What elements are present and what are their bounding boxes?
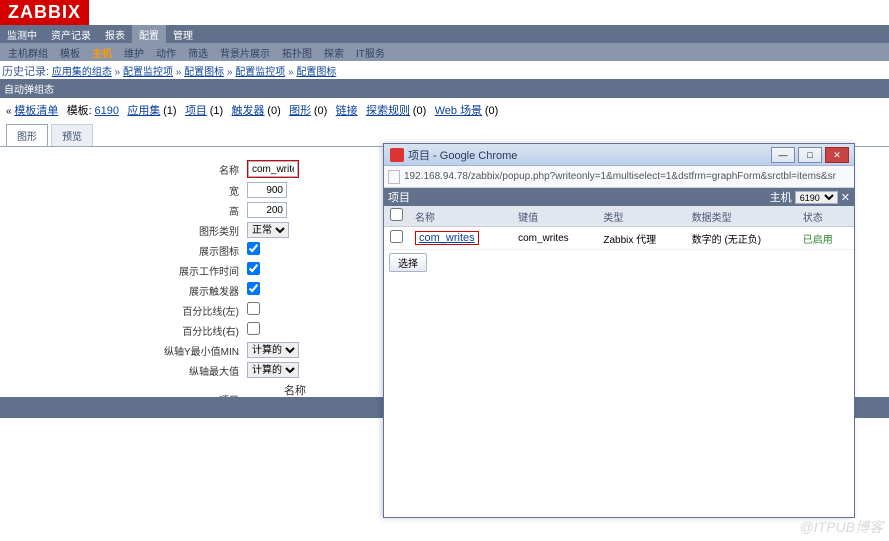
crumb-link[interactable]: 链接	[336, 105, 358, 117]
url-text: 192.168.94.78/zabbix/popup.php?writeonly…	[404, 171, 836, 182]
row-name-link[interactable]: com_writes	[415, 231, 479, 245]
crumb-trig[interactable]: 触发器	[232, 105, 265, 117]
crumb-item[interactable]: 项目	[185, 105, 207, 117]
nav1-item[interactable]: 资产记录	[44, 25, 98, 44]
percent-right-checkbox[interactable]	[247, 322, 260, 335]
th-type: 类型	[597, 206, 685, 227]
nav2-item[interactable]: 筛选	[182, 43, 214, 62]
label-type: 图形类别	[112, 221, 242, 239]
nav2-item[interactable]: 动作	[150, 43, 182, 62]
name-input[interactable]	[248, 161, 298, 177]
crumb-web-count: (0)	[485, 105, 498, 117]
tab-preview[interactable]: 预览	[51, 124, 93, 146]
nav2-item[interactable]: IT服务	[350, 43, 391, 62]
history-link[interactable]: 配置监控项	[123, 67, 173, 78]
worktime-checkbox[interactable]	[247, 262, 260, 275]
ymin-select[interactable]: 计算的	[247, 342, 299, 358]
nav2-item[interactable]: 主机群组	[2, 43, 54, 62]
crumb-web[interactable]: Web 场景	[435, 105, 482, 117]
zabbix-logo: ZABBIX	[0, 0, 89, 25]
crumb-tpl[interactable]: 6190	[95, 105, 119, 117]
close-icon[interactable]: ✕	[825, 147, 849, 163]
type-select[interactable]: 正常	[247, 222, 289, 238]
crumb-graph-count: (0)	[314, 105, 327, 117]
sub-nav: 主机群组模板主机维护动作筛选背景片展示拓扑图探索IT服务	[0, 43, 889, 61]
label-name: 名称	[112, 159, 242, 179]
width-input[interactable]	[247, 182, 287, 198]
label-pright: 百分比线(右)	[112, 321, 242, 339]
nav2-item[interactable]: 拓扑图	[276, 43, 318, 62]
nav2-item[interactable]: 模板	[54, 43, 86, 62]
label-worktime: 展示工作时间	[112, 261, 242, 279]
url-bar[interactable]: 192.168.94.78/zabbix/popup.php?writeonly…	[384, 166, 854, 188]
nav2-item[interactable]: 背景片展示	[214, 43, 276, 62]
select-button[interactable]: 选择	[389, 253, 427, 272]
history-link[interactable]: 配置图标	[296, 67, 336, 78]
popup-title: 项目 - Google Chrome	[408, 147, 771, 163]
label-ymin: 纵轴Y最小值MIN	[112, 341, 242, 359]
triggers-checkbox[interactable]	[247, 282, 260, 295]
ymax-select[interactable]: 计算的	[247, 362, 299, 378]
nav1-item[interactable]: 配置	[132, 25, 166, 44]
label-pleft: 百分比线(左)	[112, 301, 242, 319]
checkall-checkbox[interactable]	[390, 208, 403, 221]
th-vtype: 数据类型	[686, 206, 797, 227]
nav2-item[interactable]: 探索	[318, 43, 350, 62]
crumb-graph[interactable]: 图形	[289, 105, 311, 117]
label-legend: 展示图标	[112, 241, 242, 259]
history-label: 历史记录:	[2, 66, 49, 78]
th-status: 状态	[797, 206, 854, 227]
nav2-item[interactable]: 维护	[118, 43, 150, 62]
items-col-name: 名称	[284, 385, 306, 397]
crumb-app-count: (1)	[163, 105, 176, 117]
row-checkbox[interactable]	[390, 230, 403, 243]
row-vtype: 数字的 (无正负)	[686, 227, 797, 250]
crumb-trig-count: (0)	[267, 105, 280, 117]
crumb-disc[interactable]: 探索规则	[366, 105, 410, 117]
crumb-item-count: (1)	[210, 105, 223, 117]
host-select[interactable]: 6190	[795, 191, 838, 204]
crumb-templates[interactable]: 模板清单	[14, 105, 58, 117]
history: 历史记录: 应用集的组态 » 配置监控项 » 配置图标 » 配置监控项 » 配置…	[0, 61, 889, 79]
tab-graph[interactable]: 图形	[6, 124, 48, 146]
popup-ctrl-right-label: 主机	[770, 189, 792, 205]
row-type: Zabbix 代理	[597, 227, 685, 250]
history-link[interactable]: 应用集的组态	[52, 67, 112, 78]
height-input[interactable]	[247, 202, 287, 218]
label-height: 高	[112, 201, 242, 219]
label-width: 宽	[112, 181, 242, 199]
close2-icon[interactable]: ✕	[841, 191, 850, 204]
th-key: 键值	[512, 206, 597, 227]
row-status: 已启用	[797, 227, 854, 250]
page-icon	[388, 170, 400, 184]
top-nav: 监测中资产记录报表配置管理	[0, 25, 889, 43]
nav1-item[interactable]: 管理	[166, 25, 200, 44]
popup-table: 名称 键值 类型 数据类型 状态 com_writes com_writes Z…	[384, 206, 854, 250]
watermark: @ITPUB博客	[800, 517, 883, 537]
popup-titlebar[interactable]: 项目 - Google Chrome — □ ✕	[384, 144, 854, 166]
percent-left-checkbox[interactable]	[247, 302, 260, 315]
crumb-app[interactable]: 应用集	[127, 105, 160, 117]
popup-window: 项目 - Google Chrome — □ ✕ 192.168.94.78/z…	[383, 143, 855, 518]
chrome-icon	[390, 148, 404, 162]
th-name: 名称	[409, 206, 512, 227]
row-key: com_writes	[512, 227, 597, 250]
label-triggers: 展示触发器	[112, 281, 242, 299]
popup-ctrl-left: 项目	[388, 189, 410, 205]
crumb-tpl-label: 模板:	[67, 105, 92, 117]
legend-checkbox[interactable]	[247, 242, 260, 255]
label-ymax: 纵轴最大值	[112, 361, 242, 379]
nav1-item[interactable]: 监测中	[0, 25, 44, 44]
breadcrumb: « 模板清单 模板: 6190 应用集 (1) 项目 (1) 触发器 (0) 图…	[0, 98, 889, 122]
minimize-icon[interactable]: —	[771, 147, 795, 163]
crumb-disc-count: (0)	[413, 105, 426, 117]
nav2-item[interactable]: 主机	[86, 43, 118, 62]
refresh-bar: 自动弹组态	[0, 79, 889, 98]
history-link[interactable]: 配置监控项	[235, 67, 285, 78]
nav1-item[interactable]: 报表	[98, 25, 132, 44]
history-link[interactable]: 配置图标	[184, 67, 224, 78]
maximize-icon[interactable]: □	[798, 147, 822, 163]
table-row: com_writes com_writes Zabbix 代理 数字的 (无正负…	[384, 227, 854, 250]
popup-controlbar: 项目 主机 6190 ✕	[384, 188, 854, 206]
